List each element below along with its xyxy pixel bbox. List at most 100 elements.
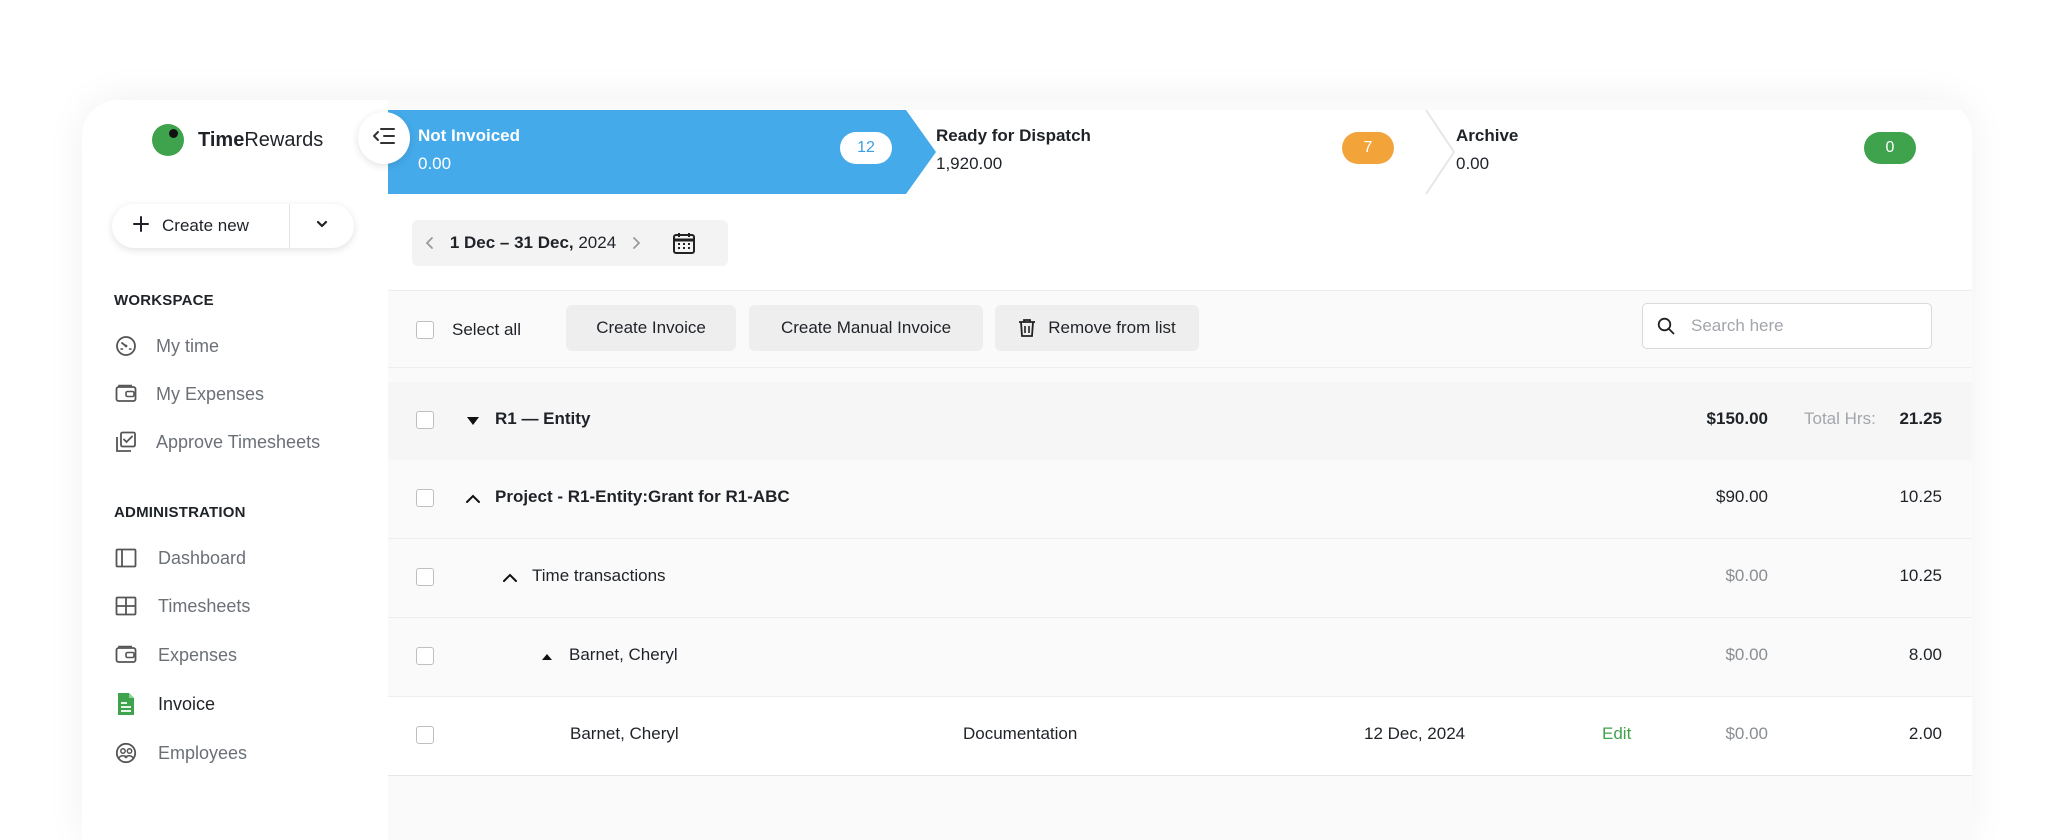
sidebar-item-timesheets[interactable]: Timesheets bbox=[114, 594, 250, 618]
chevron-left-icon bbox=[425, 237, 433, 249]
sidebar-item-employees[interactable]: Employees bbox=[114, 741, 247, 765]
main-content: Not Invoiced 0.00 12 Ready for Dispatch … bbox=[388, 100, 1972, 840]
entry-amount: $0.00 bbox=[1725, 724, 1768, 743]
sidebar-item-label: My time bbox=[156, 335, 219, 356]
row-checkbox[interactable] bbox=[416, 726, 434, 744]
create-new-split-button: Create new bbox=[112, 204, 354, 248]
date-filter-bar: 1 Dec – 31 Dec, 2024 bbox=[388, 194, 1972, 291]
time-transactions-amount: $0.00 bbox=[1725, 566, 1768, 585]
step-value: 1,920.00 bbox=[936, 154, 1003, 173]
create-manual-invoice-button[interactable]: Create Manual Invoice bbox=[749, 305, 983, 351]
chevron-right-icon bbox=[633, 237, 641, 249]
step-title: Ready for Dispatch bbox=[936, 126, 1091, 145]
count-badge: 12 bbox=[840, 132, 892, 164]
time-transactions-hours: 10.25 bbox=[1899, 566, 1942, 585]
edit-link[interactable]: Edit bbox=[1602, 724, 1631, 744]
sidebar-item-my-expenses[interactable]: My Expenses bbox=[114, 382, 264, 406]
plus-icon bbox=[132, 215, 150, 238]
step-value: 0.00 bbox=[1456, 154, 1490, 173]
administration-section-label: ADMINISTRATION bbox=[114, 504, 246, 521]
table-row-entity[interactable]: R1 — Entity $150.00 Total Hrs: 21.25 bbox=[388, 382, 1972, 461]
create-new-button[interactable]: Create new bbox=[112, 204, 290, 248]
table-row-time-transactions[interactable]: Time transactions $0.00 10.25 bbox=[388, 539, 1972, 618]
sidebar-item-expenses[interactable]: Expenses bbox=[114, 643, 237, 667]
date-range-picker: 1 Dec – 31 Dec, 2024 bbox=[412, 220, 728, 266]
row-checkbox[interactable] bbox=[416, 411, 434, 429]
select-all-checkbox[interactable] bbox=[416, 321, 434, 339]
caret-up-icon[interactable] bbox=[538, 648, 556, 666]
stopwatch-icon bbox=[114, 334, 138, 358]
wallet-icon bbox=[114, 382, 138, 406]
date-range-label[interactable]: 1 Dec – 31 Dec, 2024 bbox=[448, 233, 618, 253]
invoice-toolbar: Select all Create Invoice Create Manual … bbox=[388, 291, 1972, 368]
search-input[interactable] bbox=[1689, 315, 1913, 337]
create-new-dropdown-button[interactable] bbox=[290, 204, 354, 248]
step-title: Archive bbox=[1456, 126, 1519, 145]
sidebar-item-invoice[interactable]: Invoice bbox=[114, 692, 215, 716]
sidebar: TimeRewards Create new WORKSPACE My time bbox=[82, 100, 388, 840]
sidebar-item-my-time[interactable]: My time bbox=[114, 334, 219, 358]
person-hours: 8.00 bbox=[1908, 645, 1942, 664]
sidebar-item-label: Expenses bbox=[158, 644, 238, 665]
entity-name: R1 — Entity bbox=[495, 409, 591, 428]
next-period-button[interactable] bbox=[618, 235, 654, 251]
entry-date: 12 Dec, 2024 bbox=[1364, 724, 1466, 743]
sidebar-item-dashboard[interactable]: Dashboard bbox=[114, 546, 246, 570]
caret-down-icon[interactable] bbox=[464, 412, 482, 430]
person-amount: $0.00 bbox=[1725, 645, 1768, 664]
approve-icon bbox=[114, 430, 138, 454]
select-all[interactable]: Select all bbox=[416, 320, 521, 340]
search-icon bbox=[1657, 317, 1675, 335]
select-all-label: Select all bbox=[452, 320, 521, 339]
brand-name: TimeRewards bbox=[198, 128, 324, 151]
app-window: TimeRewards Create new WORKSPACE My time bbox=[82, 100, 1972, 840]
count-badge: 7 bbox=[1342, 132, 1394, 164]
brand-logo[interactable]: TimeRewards bbox=[152, 124, 323, 156]
step-value: 0.00 bbox=[418, 154, 452, 173]
grid-icon bbox=[114, 594, 138, 618]
total-hours-label: Total Hrs: bbox=[1804, 409, 1876, 428]
trash-icon bbox=[1019, 319, 1036, 337]
table-row-project[interactable]: Project - R1-Entity:Grant for R1-ABC $90… bbox=[388, 460, 1972, 539]
calendar-button[interactable] bbox=[654, 231, 714, 255]
time-transactions-label: Time transactions bbox=[532, 566, 666, 585]
create-new-label: Create new bbox=[162, 216, 249, 235]
table-row-person[interactable]: Barnet, Cheryl $0.00 8.00 bbox=[388, 618, 1972, 697]
entity-amount: $150.00 bbox=[1706, 409, 1768, 428]
entry-hours: 2.00 bbox=[1908, 724, 1942, 743]
entry-employee: Barnet, Cheryl bbox=[570, 724, 679, 743]
person-name: Barnet, Cheryl bbox=[569, 645, 678, 664]
sidebar-item-label: Invoice bbox=[158, 693, 216, 714]
remove-from-list-button[interactable]: Remove from list bbox=[995, 305, 1199, 351]
step-title: Not Invoiced bbox=[418, 126, 521, 145]
search-box bbox=[1642, 303, 1932, 349]
collapse-menu-icon bbox=[372, 126, 396, 151]
sidebar-item-label: Timesheets bbox=[158, 595, 251, 616]
row-checkbox[interactable] bbox=[416, 647, 434, 665]
sidebar-item-approve-timesheets[interactable]: Approve Timesheets bbox=[114, 430, 320, 454]
collapse-sidebar-button[interactable] bbox=[358, 112, 410, 164]
sidebar-item-label: Dashboard bbox=[158, 547, 247, 568]
table-row-entry[interactable]: Barnet, Cheryl Documentation 12 Dec, 202… bbox=[388, 697, 1972, 776]
logo-icon bbox=[152, 124, 184, 156]
employees-icon bbox=[114, 741, 138, 765]
create-invoice-button[interactable]: Create Invoice bbox=[566, 305, 736, 351]
step-archive[interactable]: Archive 0.00 0 bbox=[1426, 110, 1972, 194]
chevron-up-icon[interactable] bbox=[501, 569, 519, 587]
project-amount: $90.00 bbox=[1716, 487, 1768, 506]
chevron-up-icon[interactable] bbox=[464, 490, 482, 508]
project-hours: 10.25 bbox=[1899, 487, 1942, 506]
remove-from-list-label: Remove from list bbox=[1048, 318, 1176, 337]
invoice-status-stepper: Not Invoiced 0.00 12 Ready for Dispatch … bbox=[388, 110, 1972, 196]
calendar-icon bbox=[673, 233, 695, 254]
sidebar-item-label: Approve Timesheets bbox=[156, 431, 321, 452]
workspace-section-label: WORKSPACE bbox=[114, 292, 214, 309]
dashboard-icon bbox=[114, 546, 138, 570]
row-checkbox[interactable] bbox=[416, 489, 434, 507]
previous-period-button[interactable] bbox=[412, 235, 448, 251]
row-checkbox[interactable] bbox=[416, 568, 434, 586]
wallet-icon bbox=[114, 643, 138, 667]
sidebar-item-label: My Expenses bbox=[156, 383, 265, 404]
step-ready-for-dispatch[interactable]: Ready for Dispatch 1,920.00 7 bbox=[906, 110, 1426, 194]
step-not-invoiced[interactable]: Not Invoiced 0.00 12 bbox=[388, 110, 936, 194]
